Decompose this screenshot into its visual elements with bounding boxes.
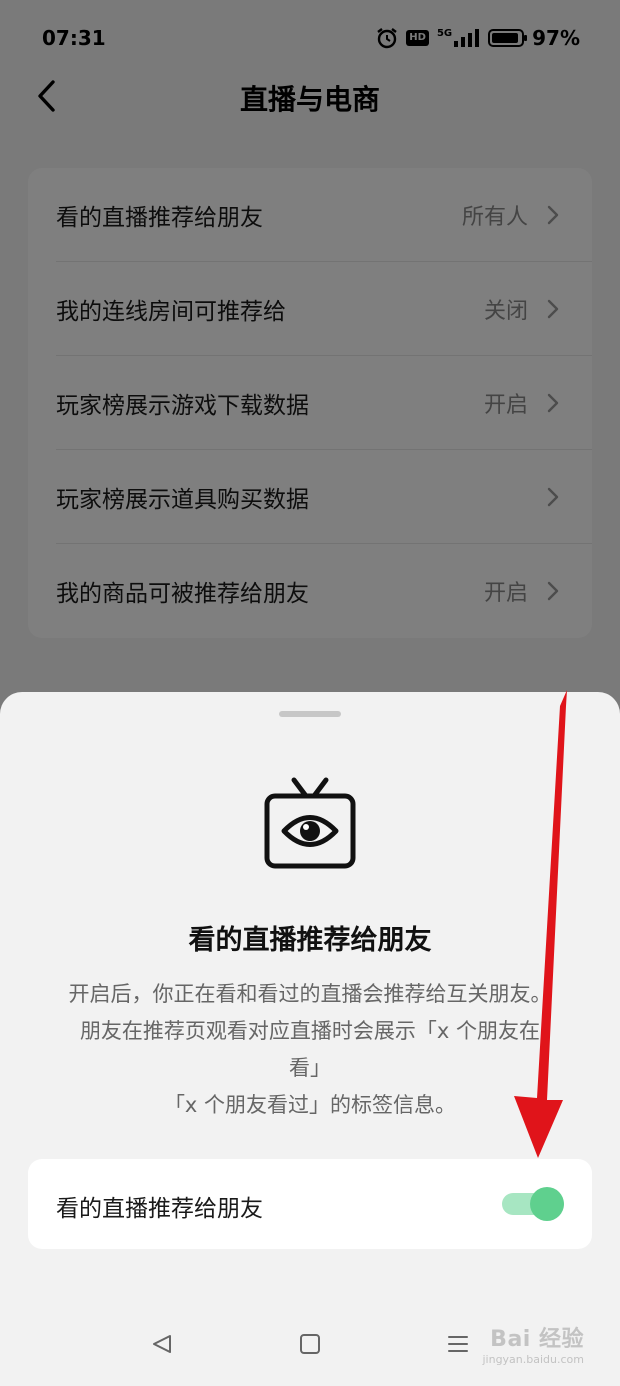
sheet-title: 看的直播推荐给朋友 bbox=[188, 925, 432, 956]
square-home-icon bbox=[300, 1334, 320, 1354]
system-home-button[interactable] bbox=[290, 1324, 330, 1364]
sheet-description: 开启后，你正在看和看过的直播会推荐给互关朋友。 朋友在推荐页观看对应直播时会展示… bbox=[24, 976, 596, 1124]
live-recommend-toggle[interactable] bbox=[502, 1186, 564, 1221]
bottom-sheet: 看的直播推荐给朋友 开启后，你正在看和看过的直播会推荐给互关朋友。 朋友在推荐页… bbox=[0, 692, 620, 1386]
tv-eye-icon bbox=[264, 777, 356, 869]
toggle-knob bbox=[530, 1187, 564, 1221]
description-line: 朋友在推荐页观看对应直播时会展示「x 个朋友在 bbox=[79, 1019, 541, 1043]
system-menu-button[interactable] bbox=[438, 1324, 478, 1364]
description-line: 看」 bbox=[289, 1056, 331, 1080]
toggle-label: 看的直播推荐给朋友 bbox=[56, 1196, 263, 1222]
watermark: Bai 经验 jingyan.baidu.com bbox=[482, 1321, 584, 1366]
drag-handle[interactable] bbox=[279, 711, 341, 717]
description-line: 开启后，你正在看和看过的直播会推荐给互关朋友。 bbox=[68, 982, 552, 1006]
toggle-card: 看的直播推荐给朋友 bbox=[28, 1159, 592, 1249]
watermark-logo: Bai 经验 bbox=[490, 1327, 584, 1352]
triangle-back-icon bbox=[153, 1335, 171, 1353]
description-line: 「x 个朋友看过」的标签信息。 bbox=[163, 1093, 457, 1117]
system-back-button[interactable] bbox=[142, 1324, 182, 1364]
watermark-url: jingyan.baidu.com bbox=[482, 1353, 584, 1366]
menu-lines-icon bbox=[448, 1336, 468, 1352]
